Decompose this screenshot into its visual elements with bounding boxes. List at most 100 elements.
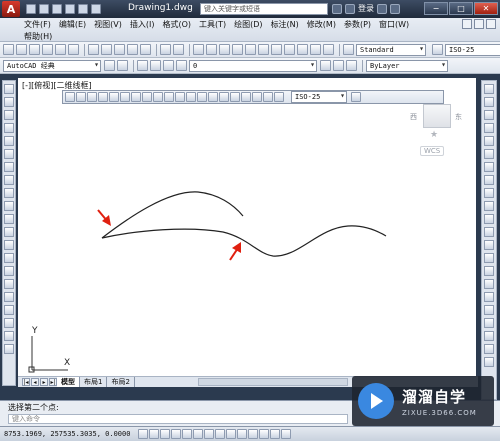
array-icon[interactable] xyxy=(484,136,494,146)
print-icon[interactable] xyxy=(42,44,53,55)
tab-layout2[interactable]: 布局2 xyxy=(107,377,135,387)
doc-close-icon[interactable] xyxy=(486,19,496,29)
explode-icon[interactable] xyxy=(484,305,494,315)
new-file-icon[interactable] xyxy=(26,4,36,14)
transparency-icon[interactable] xyxy=(259,429,270,439)
lineweight-icon[interactable] xyxy=(248,429,259,439)
sheet-set-icon[interactable] xyxy=(284,44,295,55)
first-tab-icon[interactable]: |◂ xyxy=(22,378,30,386)
point-icon[interactable] xyxy=(4,253,14,263)
redo-icon[interactable] xyxy=(78,4,88,14)
menu-dimension[interactable]: 标注(N) xyxy=(271,19,299,30)
menu-modify[interactable]: 修改(M) xyxy=(307,19,336,30)
doc-minimize-icon[interactable] xyxy=(462,19,472,29)
grid-icon[interactable] xyxy=(160,429,171,439)
calculator-icon[interactable] xyxy=(310,44,321,55)
menu-draw[interactable]: 绘图(D) xyxy=(234,19,262,30)
infer-constraints-icon[interactable] xyxy=(138,429,149,439)
horizontal-scrollbar[interactable] xyxy=(198,378,348,386)
maximize-button[interactable]: □ xyxy=(449,2,473,15)
close-button[interactable]: ✕ xyxy=(474,2,498,15)
make-current-layer-icon[interactable] xyxy=(320,60,331,71)
fillet-icon[interactable] xyxy=(484,279,494,289)
publish-icon[interactable] xyxy=(68,44,79,55)
join-icon[interactable] xyxy=(484,253,494,263)
line-icon[interactable] xyxy=(4,84,14,94)
spline-icon[interactable] xyxy=(4,188,14,198)
dim-style-select[interactable]: ISO-25 xyxy=(445,43,500,56)
open-icon[interactable] xyxy=(16,44,27,55)
trim-icon[interactable] xyxy=(484,201,494,211)
lock-icon[interactable] xyxy=(176,60,187,71)
text-style-icon[interactable] xyxy=(343,44,354,55)
command-input[interactable]: 键入命令 xyxy=(8,414,348,424)
break-at-point-icon[interactable] xyxy=(484,227,494,237)
insert-block-icon[interactable] xyxy=(4,227,14,237)
pan-tool-icon[interactable] xyxy=(484,344,494,354)
search-input[interactable]: 键入关键字或短语 xyxy=(200,3,328,15)
ducs-icon[interactable] xyxy=(226,429,237,439)
polyline-icon[interactable] xyxy=(4,110,14,120)
search-icon[interactable] xyxy=(332,3,342,14)
ellipse-icon[interactable] xyxy=(4,201,14,211)
print-icon[interactable] xyxy=(91,4,101,14)
make-block-icon[interactable] xyxy=(4,240,14,250)
offset-icon[interactable] xyxy=(484,123,494,133)
last-tab-icon[interactable]: ▸| xyxy=(49,378,57,386)
rotate-icon[interactable] xyxy=(484,162,494,172)
layer-manager-icon[interactable] xyxy=(137,60,148,71)
markup-icon[interactable] xyxy=(297,44,308,55)
quick-properties-icon[interactable] xyxy=(270,429,281,439)
menu-view[interactable]: 视图(V) xyxy=(94,19,122,30)
selection-cycling-icon[interactable] xyxy=(281,429,292,439)
doc-restore-icon[interactable] xyxy=(474,19,484,29)
gradient-icon[interactable] xyxy=(4,279,14,289)
ellipse-arc-icon[interactable] xyxy=(4,214,14,224)
menu-insert[interactable]: 插入(I) xyxy=(130,19,155,30)
scrollbar-thumb-icon[interactable] xyxy=(484,318,494,328)
workspace-select[interactable]: AutoCAD 经典 xyxy=(3,59,101,72)
exchange-icon[interactable] xyxy=(377,3,387,14)
menu-file[interactable]: 文件(F) xyxy=(24,19,51,30)
3d-osnap-icon[interactable] xyxy=(204,429,215,439)
new-icon[interactable] xyxy=(3,44,14,55)
sun-icon[interactable] xyxy=(163,60,174,71)
coordinate-readout[interactable]: 8753.1969, 257535.3035, 0.0000 xyxy=(4,430,130,438)
menu-tools[interactable]: 工具(T) xyxy=(199,19,226,30)
lightbulb-icon[interactable] xyxy=(150,60,161,71)
undo-icon[interactable] xyxy=(65,4,75,14)
snap-icon[interactable] xyxy=(149,429,160,439)
polar-icon[interactable] xyxy=(182,429,193,439)
osnap-icon[interactable] xyxy=(193,429,204,439)
redo-icon[interactable] xyxy=(173,44,184,55)
tab-layout1[interactable]: 布局1 xyxy=(80,377,108,387)
save-icon[interactable] xyxy=(29,44,40,55)
mirror-icon[interactable] xyxy=(484,110,494,120)
text-style-select[interactable]: Standard xyxy=(356,43,426,56)
copy-object-icon[interactable] xyxy=(484,97,494,107)
menu-edit[interactable]: 编辑(E) xyxy=(59,19,86,30)
workspace-settings-icon[interactable] xyxy=(104,60,115,71)
preview-icon[interactable] xyxy=(55,44,66,55)
menu-help[interactable]: 帮助(H) xyxy=(24,31,52,42)
blend-curves-icon[interactable] xyxy=(484,292,494,302)
move-icon[interactable] xyxy=(484,149,494,159)
tab-model[interactable]: 模型 xyxy=(57,377,80,387)
menu-parametric[interactable]: 参数(P) xyxy=(344,19,371,30)
dyn-icon[interactable] xyxy=(237,429,248,439)
erase-icon[interactable] xyxy=(484,84,494,94)
properties-icon[interactable] xyxy=(245,44,256,55)
paste-icon[interactable] xyxy=(114,44,125,55)
zoom-previous-icon[interactable] xyxy=(232,44,243,55)
circle-icon[interactable] xyxy=(4,162,14,172)
minimize-button[interactable]: − xyxy=(424,2,448,15)
open-file-icon[interactable] xyxy=(39,4,49,14)
orbit-icon[interactable] xyxy=(484,357,494,367)
dim-style-icon[interactable] xyxy=(432,44,443,55)
add-selected-icon[interactable] xyxy=(4,331,14,341)
color-select[interactable]: ByLayer xyxy=(366,59,448,72)
autocad-logo[interactable]: A xyxy=(2,1,20,17)
pan-icon[interactable] xyxy=(193,44,204,55)
login-link[interactable]: 登录 xyxy=(358,3,374,14)
spline-drawing[interactable] xyxy=(18,78,476,376)
